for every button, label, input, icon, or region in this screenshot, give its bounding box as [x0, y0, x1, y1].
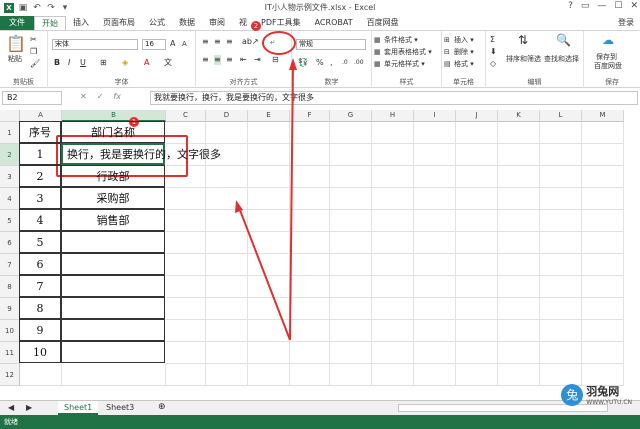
sheet-next-icon[interactable]: ▶ — [20, 401, 38, 415]
sheet-tab-sheet1[interactable]: Sheet1 — [58, 401, 99, 415]
cell-a2[interactable]: 1 — [19, 143, 61, 165]
cell-b10[interactable] — [61, 319, 165, 341]
cell-a8[interactable]: 7 — [19, 275, 61, 297]
cell-b3[interactable]: 行政部 — [61, 165, 165, 187]
cell-a4[interactable]: 3 — [19, 187, 61, 209]
watermark-logo-icon: 兔 — [561, 383, 584, 406]
cell-b4[interactable]: 采购部 — [61, 187, 165, 209]
cell-b5[interactable]: 销售部 — [61, 209, 165, 231]
excel-window: X ▣ ↶ ↷ ▾ IT小人物示例文件.xlsx - Excel ? ▭ — ☐… — [0, 0, 640, 429]
cell-a9[interactable]: 8 — [19, 297, 61, 319]
cell-a3[interactable]: 2 — [19, 165, 61, 187]
watermark: 兔 羽兔网 WWW.YUTU.CN — [561, 383, 632, 406]
watermark-name: 羽兔网 — [586, 385, 620, 398]
sheet-tab-sheet3[interactable]: Sheet3 — [100, 401, 140, 415]
cell-b6[interactable] — [61, 231, 165, 253]
cell-a1[interactable]: 序号 — [19, 121, 61, 143]
cell-a11[interactable]: 10 — [19, 341, 61, 363]
cell-b11[interactable] — [61, 341, 165, 363]
cell-b1[interactable]: 部门名称 — [61, 121, 165, 143]
cell-b8[interactable] — [61, 275, 165, 297]
cell-a7[interactable]: 6 — [19, 253, 61, 275]
cell-b9[interactable] — [61, 297, 165, 319]
add-sheet-icon[interactable]: ⊕ — [152, 401, 172, 415]
watermark-url: WWW.YUTU.CN — [586, 399, 632, 406]
cell-a10[interactable]: 9 — [19, 319, 61, 341]
cell-b7[interactable] — [61, 253, 165, 275]
cell-a5[interactable]: 4 — [19, 209, 61, 231]
sheet-tab-bar: ◀ ▶ Sheet1 Sheet3 ⊕ — [0, 400, 640, 415]
status-bar: 就绪 — [0, 415, 640, 429]
cell-a6[interactable]: 5 — [19, 231, 61, 253]
cell-b2[interactable]: 换行，我是要换行的，文字很多 — [61, 143, 221, 165]
sheet-prev-icon[interactable]: ◀ — [2, 401, 20, 415]
